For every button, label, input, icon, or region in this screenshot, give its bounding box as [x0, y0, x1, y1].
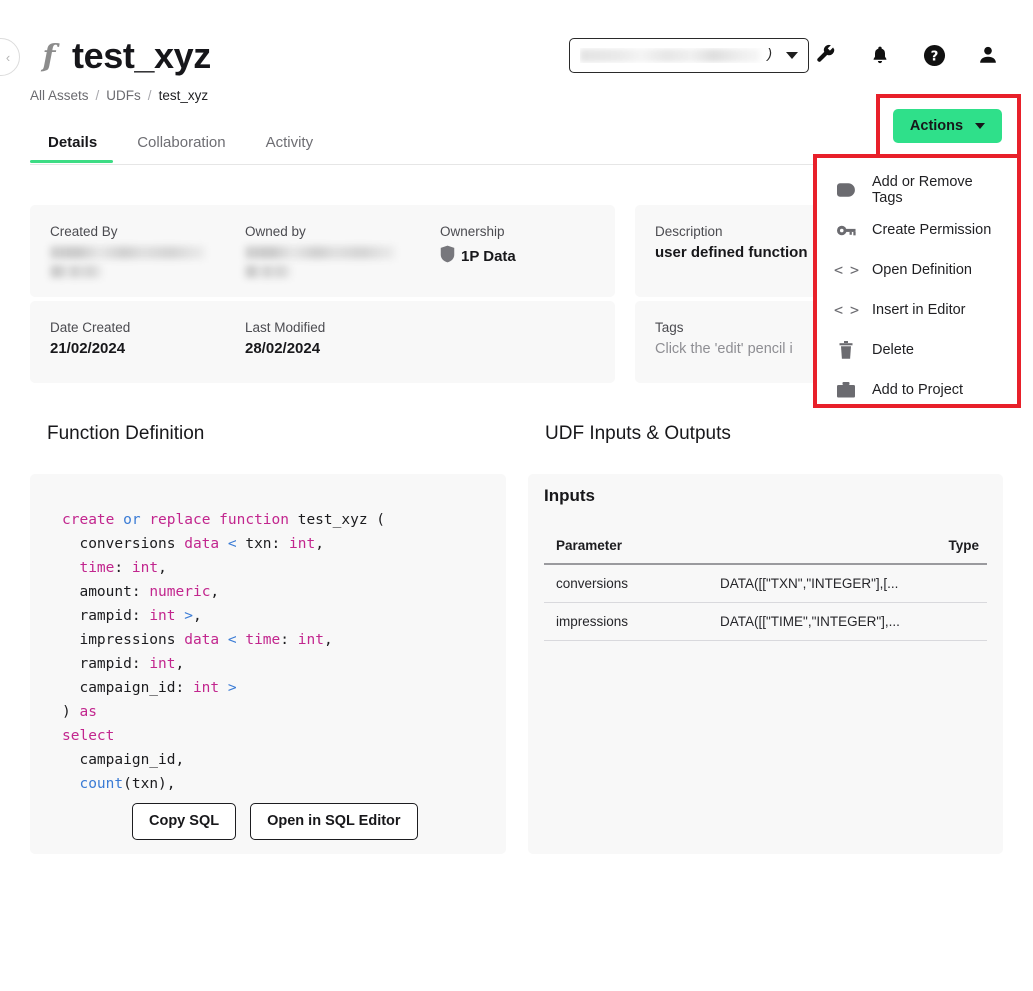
breadcrumb-separator: /: [95, 88, 100, 103]
help-circle-icon[interactable]: ?: [921, 40, 947, 70]
cell-type: DATA([["TIME","INTEGER"],...: [720, 602, 987, 641]
code-line: rampid: int,: [62, 656, 185, 672]
actions-button[interactable]: Actions: [893, 109, 1002, 143]
code-line: conversions data < txn: int,: [62, 536, 324, 552]
owned-by-value-redacted: [245, 246, 400, 282]
open-in-sql-editor-button[interactable]: Open in SQL Editor: [250, 803, 418, 840]
copy-sql-button[interactable]: Copy SQL: [132, 803, 237, 840]
table-row[interactable]: impressions DATA([["TIME","INTEGER"],...: [544, 602, 987, 641]
card-ownership-info: Created By Owned by Ownership 1P Data: [30, 205, 615, 297]
briefcase-icon: [836, 380, 856, 400]
code-line: rampid: int >,: [62, 608, 202, 624]
tab-details[interactable]: Details: [30, 130, 117, 163]
table-header-row: Parameter Type: [544, 532, 987, 565]
code-line: impressions data < time: int,: [62, 632, 333, 648]
menu-open-definition[interactable]: < > Open Definition: [817, 250, 1017, 290]
udf-inputs-panel: Inputs Parameter Type conversions DATA([…: [528, 474, 1003, 854]
shield-icon: [440, 245, 455, 268]
code-line: create or replace function test_xyz (: [62, 512, 386, 528]
created-by-value-redacted: [50, 246, 205, 282]
code-brackets-icon: < >: [833, 261, 859, 279]
bell-icon[interactable]: [867, 40, 893, 70]
function-definition-panel: create or replace function test_xyz ( co…: [30, 474, 506, 854]
menu-add-to-project[interactable]: Add to Project: [817, 370, 1017, 410]
table-row[interactable]: conversions DATA([["TXN","INTEGER"],[...: [544, 564, 987, 603]
field-last-modified: Last Modified 28/02/2024: [245, 320, 326, 357]
code-line: count(txn),: [79, 776, 176, 792]
cell-type: DATA([["TXN","INTEGER"],[...: [720, 564, 987, 603]
field-owned-by: Owned by: [245, 223, 440, 282]
chevron-down-icon: [786, 52, 798, 59]
cell-parameter: impressions: [544, 602, 720, 641]
code-line: ) as: [62, 704, 97, 720]
chevron-left-icon: ‹: [5, 49, 11, 65]
breadcrumb-separator: /: [147, 88, 152, 103]
code-line: select: [62, 728, 115, 744]
code-brackets-icon: < >: [833, 301, 859, 319]
section-title-function-definition: Function Definition: [47, 423, 205, 444]
trash-icon: [836, 340, 856, 360]
sql-code-block: create or replace function test_xyz ( co…: [30, 474, 506, 796]
header-icon-group: ?: [813, 40, 1001, 70]
wrench-icon[interactable]: [813, 40, 839, 70]
breadcrumb-item-current: test_xyz: [158, 88, 209, 103]
context-select[interactable]: ): [569, 38, 809, 73]
function-type-icon: f: [42, 38, 56, 74]
field-created-by: Created By: [50, 223, 245, 282]
actions-button-label: Actions: [909, 118, 964, 134]
menu-create-permission[interactable]: Create Permission: [817, 210, 1017, 250]
user-account-icon[interactable]: [975, 40, 1001, 70]
breadcrumb-item-all-assets[interactable]: All Assets: [30, 88, 89, 103]
menu-add-or-remove-tags[interactable]: Add or Remove Tags: [817, 170, 1017, 210]
menu-delete[interactable]: Delete: [817, 330, 1017, 370]
code-line: campaign_id: int >: [62, 680, 237, 696]
chevron-down-icon: [975, 123, 986, 129]
code-line: campaign_id,: [62, 752, 185, 768]
actions-dropdown-menu: Add or Remove Tags Create Permission < >…: [813, 154, 1021, 408]
svg-text:?: ?: [930, 49, 938, 64]
section-title-udf-inputs-outputs: UDF Inputs & Outputs: [545, 423, 731, 444]
tag-icon: [836, 180, 856, 200]
menu-insert-in-editor[interactable]: < > Insert in Editor: [817, 290, 1017, 330]
back-button[interactable]: ‹: [0, 38, 20, 76]
column-header-type: Type: [720, 532, 987, 565]
inputs-table: Parameter Type conversions DATA([["TXN",…: [544, 532, 987, 641]
page-title: test_xyz: [72, 35, 211, 76]
code-line: amount: numeric,: [62, 584, 220, 600]
card-dates: Date Created 21/02/2024 Last Modified 28…: [30, 301, 615, 383]
context-select-value-redacted: ): [580, 48, 778, 63]
tab-collaboration[interactable]: Collaboration: [117, 130, 245, 162]
field-date-created: Date Created 21/02/2024: [50, 320, 131, 357]
field-ownership: Ownership 1P Data: [440, 223, 516, 282]
breadcrumb-item-udfs[interactable]: UDFs: [106, 88, 141, 103]
tab-activity[interactable]: Activity: [246, 130, 334, 162]
code-line: time: int,: [62, 560, 167, 576]
column-header-parameter: Parameter: [544, 532, 720, 565]
key-icon: [836, 220, 856, 240]
code-action-buttons: Copy SQL Open in SQL Editor: [132, 803, 418, 840]
cell-parameter: conversions: [544, 564, 720, 603]
inputs-title: Inputs: [544, 486, 595, 505]
breadcrumb: All Assets / UDFs / test_xyz: [30, 88, 208, 103]
